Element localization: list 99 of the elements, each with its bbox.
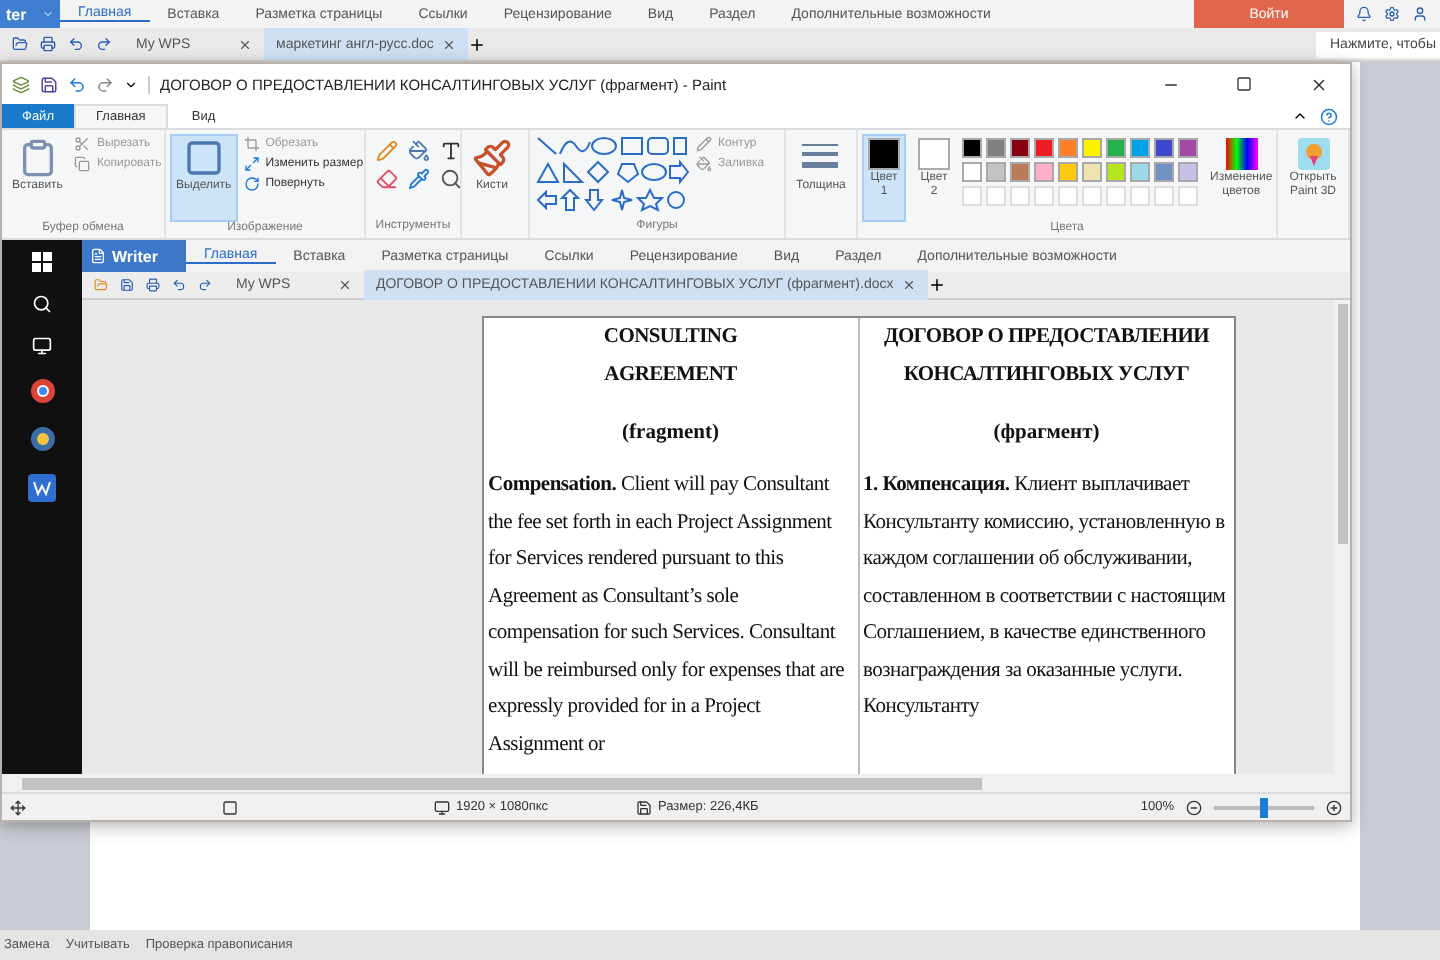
palette-swatch[interactable]: [1058, 162, 1078, 182]
collapse-icon[interactable]: [1292, 108, 1308, 124]
palette-swatch[interactable]: [986, 138, 1006, 158]
folder-icon[interactable]: [94, 278, 108, 292]
palette-swatch[interactable]: [1154, 162, 1174, 182]
empty-swatch[interactable]: [1058, 186, 1078, 206]
crop-icon: [243, 136, 260, 152]
bell-icon[interactable]: [1356, 6, 1372, 22]
zoom-out-icon[interactable]: [1186, 799, 1202, 815]
magnifier-icon[interactable]: [440, 168, 462, 190]
shapes-gallery[interactable]: [534, 134, 690, 214]
printer-icon[interactable]: [146, 278, 160, 292]
copy-icon: [74, 156, 91, 172]
app-menu-button[interactable]: Writer: [82, 240, 186, 272]
save-icon[interactable]: [120, 278, 134, 292]
palette-swatch[interactable]: [1130, 138, 1150, 158]
palette-swatch[interactable]: [1154, 138, 1174, 158]
paint-3d-icon: [1297, 138, 1329, 170]
palette-swatch[interactable]: [1082, 138, 1102, 158]
close-icon: [1309, 75, 1327, 93]
user-icon[interactable]: [1412, 6, 1428, 22]
empty-swatch[interactable]: [1130, 186, 1150, 206]
zoom-in-icon[interactable]: [1326, 799, 1342, 815]
new-tab-icon[interactable]: [927, 276, 946, 294]
fill-bucket-icon: [696, 156, 712, 172]
move-icon: [10, 799, 26, 815]
paragraph: 1. Компенсация. Клиент выплачивает Консультанту комиссию, установленную в каждом соглашении об обслуживании, составленном в соответствии с настоящим Соглашением, в качестве единственного вознаграждения за оказанные услуги. Консультанту: [863, 472, 1228, 722]
empty-swatch[interactable]: [986, 186, 1006, 206]
color-picker-icon[interactable]: [408, 168, 430, 190]
settings-icon[interactable]: [1384, 6, 1400, 22]
printer-icon[interactable]: [40, 36, 56, 52]
document-title: CONSULTING AGREEMENT: [601, 324, 740, 390]
app-menu-button[interactable]: ter: [0, 0, 60, 28]
text-tool-icon[interactable]: [440, 140, 462, 162]
palette-swatch[interactable]: [962, 138, 982, 158]
task-view-icon[interactable]: [32, 336, 52, 356]
app-icon[interactable]: [29, 426, 55, 452]
scrollbar[interactable]: [1334, 300, 1350, 774]
help-icon[interactable]: [1320, 107, 1338, 125]
empty-swatch[interactable]: [1082, 186, 1102, 206]
document-subtitle: (фрагмент): [991, 420, 1102, 448]
windows-logo-icon[interactable]: [32, 252, 52, 272]
close-icon[interactable]: [238, 37, 252, 51]
palette-swatch[interactable]: [1082, 162, 1102, 182]
empty-swatch[interactable]: [1106, 186, 1126, 206]
palette-swatch[interactable]: [1178, 138, 1198, 158]
close-icon[interactable]: [901, 278, 916, 292]
palette-swatch[interactable]: [1178, 162, 1198, 182]
palette-swatch[interactable]: [1034, 162, 1054, 182]
redo-icon[interactable]: [96, 75, 114, 93]
selection-icon: [183, 138, 224, 178]
document-title: ДОГОВОР О ПРЕДОСТАВЛЕНИИ КОНСАЛТИНГОВЫХ УСЛУГ: [882, 324, 1212, 390]
empty-swatch[interactable]: [1178, 186, 1198, 206]
empty-swatch[interactable]: [1154, 186, 1174, 206]
maximize-icon: [1236, 76, 1252, 92]
document-icon: [90, 248, 106, 264]
dropdown-icon[interactable]: [124, 77, 138, 91]
search-icon[interactable]: [32, 294, 52, 314]
redo-icon[interactable]: [198, 278, 212, 292]
paragraph: Compensation. Client will pay Consultant the fee set forth in each Project Assignment for Services rendered pursuant to this Agreement as Consultant’s sole compensation for such Services. Consultant will be reimbursed only for expenses that are expressly provided for in a Project Assignment or: [488, 472, 846, 759]
caret-icon: [42, 8, 54, 20]
undo-icon[interactable]: [68, 75, 86, 93]
document-subtitle: (fragment): [620, 420, 721, 448]
selection-icon: [222, 799, 238, 815]
monitor-icon: [434, 799, 450, 815]
palette-swatch[interactable]: [1034, 138, 1054, 158]
new-tab-icon[interactable]: [467, 35, 486, 53]
save-icon[interactable]: [40, 75, 58, 93]
writer-app-icon[interactable]: [28, 474, 56, 502]
palette-swatch[interactable]: [962, 162, 982, 182]
eraser-icon[interactable]: [376, 168, 398, 190]
close-icon[interactable]: [441, 37, 456, 51]
palette-swatch[interactable]: [986, 162, 1006, 182]
clipboard-icon: [17, 138, 58, 178]
pencil-icon[interactable]: [376, 140, 398, 162]
palette-swatch[interactable]: [1010, 162, 1030, 182]
resize-icon: [243, 156, 260, 172]
empty-swatch[interactable]: [1034, 186, 1054, 206]
undo-icon[interactable]: [172, 278, 186, 292]
empty-swatch[interactable]: [1010, 186, 1030, 206]
pencil-icon: [696, 136, 712, 152]
empty-swatch[interactable]: [962, 186, 982, 206]
palette-swatch[interactable]: [1058, 138, 1078, 158]
scrollbar[interactable]: [2, 774, 1350, 792]
slider-thumb[interactable]: [1260, 797, 1268, 817]
color-spectrum-icon: [1225, 138, 1258, 170]
scissors-icon: [74, 136, 91, 152]
palette-swatch[interactable]: [1130, 162, 1150, 182]
fill-bucket-icon[interactable]: [408, 140, 430, 162]
browser-icon[interactable]: [29, 378, 55, 404]
palette-swatch[interactable]: [1106, 162, 1126, 182]
paintbrush-icon: [472, 138, 512, 178]
palette-swatch[interactable]: [1106, 138, 1126, 158]
rotate-icon: [243, 176, 260, 192]
close-icon[interactable]: [338, 278, 352, 292]
folder-icon[interactable]: [12, 36, 28, 52]
redo-icon[interactable]: [96, 36, 112, 52]
undo-icon[interactable]: [68, 36, 84, 52]
palette-swatch[interactable]: [1010, 138, 1030, 158]
